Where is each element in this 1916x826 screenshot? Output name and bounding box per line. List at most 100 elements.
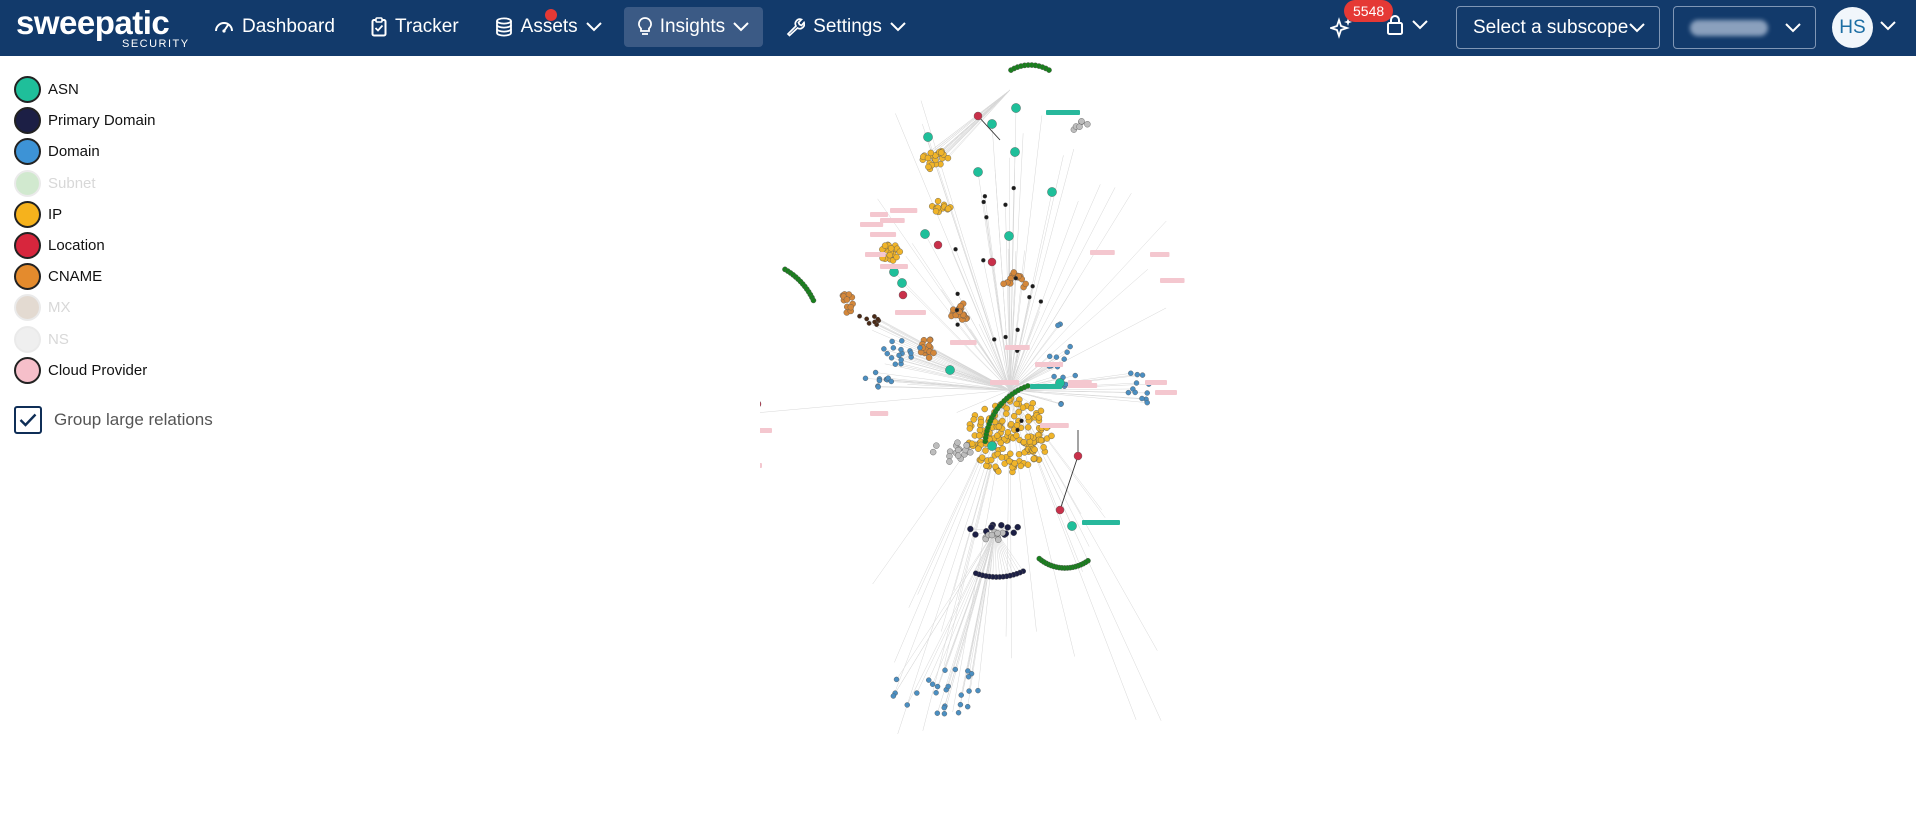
ip-node[interactable] [1031, 446, 1038, 453]
primary-domain-node[interactable] [967, 525, 974, 533]
ip-node[interactable] [896, 248, 904, 255]
domain-node[interactable] [957, 701, 964, 708]
domain-node[interactable] [917, 345, 923, 351]
primary-domain-node[interactable] [1004, 524, 1011, 531]
domain-node[interactable] [890, 345, 897, 351]
domain-node[interactable] [1058, 401, 1064, 407]
location-node[interactable] [933, 240, 943, 250]
primary-domain-node[interactable] [972, 531, 979, 538]
cname-node[interactable] [857, 313, 862, 319]
ip-node[interactable] [998, 454, 1005, 461]
domain-node[interactable] [1133, 380, 1140, 386]
subnet-node[interactable] [1046, 67, 1052, 73]
primary-domain-node[interactable] [955, 322, 960, 327]
domain-node[interactable] [875, 384, 881, 390]
domain-node[interactable] [926, 677, 932, 683]
asn-node[interactable] [1047, 187, 1057, 197]
primary-domain-node[interactable] [982, 194, 988, 199]
location-node[interactable] [1055, 505, 1065, 515]
legend-item-mx[interactable]: MX [14, 292, 156, 323]
domain-node[interactable] [1125, 389, 1132, 396]
cname-node[interactable] [926, 336, 934, 344]
domain-node[interactable] [896, 352, 902, 359]
domain-node[interactable] [890, 693, 897, 699]
ip-node[interactable] [1024, 461, 1032, 468]
relationship-graph[interactable] [760, 60, 1200, 826]
domain-node[interactable] [1072, 372, 1078, 379]
domain-node[interactable] [1144, 399, 1150, 406]
domain-node[interactable] [889, 338, 895, 345]
domain-node[interactable] [1139, 372, 1146, 378]
ip-node[interactable] [1025, 424, 1032, 431]
ip-node[interactable] [1019, 404, 1027, 411]
user-avatar[interactable]: HS [1832, 7, 1873, 48]
ip-node[interactable] [1003, 410, 1010, 417]
cname-node[interactable] [1022, 280, 1029, 288]
mx-ns-node[interactable] [1076, 123, 1083, 130]
location-node[interactable] [1073, 451, 1083, 461]
ip-node[interactable] [1048, 432, 1055, 440]
ip-node[interactable] [997, 439, 1004, 447]
primary-domain-node[interactable] [1038, 299, 1044, 304]
domain-node[interactable] [975, 687, 981, 694]
mx-ns-node[interactable] [946, 458, 953, 465]
ip-node[interactable] [976, 427, 984, 434]
cname-node[interactable] [843, 296, 851, 303]
ip-node[interactable] [1020, 438, 1028, 446]
mx-ns-node[interactable] [955, 446, 962, 454]
ip-node[interactable] [977, 418, 985, 426]
ip-node[interactable] [1024, 433, 1032, 441]
ip-node[interactable] [1015, 451, 1023, 458]
ip-node[interactable] [970, 416, 977, 423]
asn-node[interactable] [945, 365, 955, 375]
nav-insights[interactable]: Insights [623, 7, 764, 47]
ip-node[interactable] [1030, 455, 1038, 462]
domain-node[interactable] [1132, 389, 1138, 396]
primary-domain-node[interactable] [981, 258, 986, 263]
asn-node[interactable] [897, 278, 907, 288]
domain-node[interactable] [1047, 353, 1053, 360]
asn-node[interactable] [923, 132, 933, 142]
location-node[interactable] [898, 290, 908, 300]
domain-node[interactable] [904, 702, 910, 708]
domain-node[interactable] [958, 692, 964, 698]
ip-node[interactable] [925, 163, 932, 171]
sweepatic-logo[interactable]: sweepatic SECURITY [16, 6, 188, 50]
legend-item-ns[interactable]: NS [14, 324, 156, 355]
subnet-node[interactable] [1036, 555, 1043, 562]
ip-node[interactable] [995, 423, 1003, 430]
primary-domain-node[interactable] [1015, 327, 1020, 333]
domain-node[interactable] [942, 667, 948, 673]
domain-node[interactable] [898, 357, 904, 363]
domain-node[interactable] [881, 346, 887, 352]
ip-node[interactable] [1010, 412, 1018, 420]
ip-node[interactable] [1035, 414, 1043, 421]
asn-node[interactable] [1010, 147, 1020, 157]
primary-domain-node[interactable] [1011, 185, 1016, 191]
domain-node[interactable] [933, 690, 939, 696]
chevron-down-icon[interactable] [1880, 21, 1896, 31]
primary-domain-node[interactable] [1003, 334, 1008, 340]
ip-node[interactable] [1024, 413, 1032, 421]
subnet-node[interactable] [810, 297, 817, 304]
ip-node[interactable] [881, 242, 889, 249]
domain-node[interactable] [893, 676, 900, 683]
mx-ns-node[interactable] [994, 529, 1001, 537]
domain-node[interactable] [884, 350, 890, 357]
ip-node[interactable] [975, 445, 982, 452]
domain-node[interactable] [941, 711, 948, 717]
mx-ns-node[interactable] [954, 452, 962, 459]
domain-node[interactable] [1134, 371, 1140, 378]
primary-domain-node[interactable] [998, 521, 1005, 529]
ip-node[interactable] [1013, 400, 1020, 408]
group-large-relations-checkbox[interactable] [14, 406, 42, 434]
ip-node[interactable] [976, 432, 983, 439]
domain-node[interactable] [872, 369, 879, 376]
primary-domain-node[interactable] [981, 199, 986, 205]
domain-node[interactable] [1055, 322, 1061, 329]
ip-node[interactable] [1027, 404, 1035, 412]
ip-node[interactable] [945, 205, 952, 212]
ip-node[interactable] [1007, 450, 1014, 457]
ip-node[interactable] [1013, 422, 1021, 429]
primary-domain-node[interactable] [953, 247, 958, 252]
